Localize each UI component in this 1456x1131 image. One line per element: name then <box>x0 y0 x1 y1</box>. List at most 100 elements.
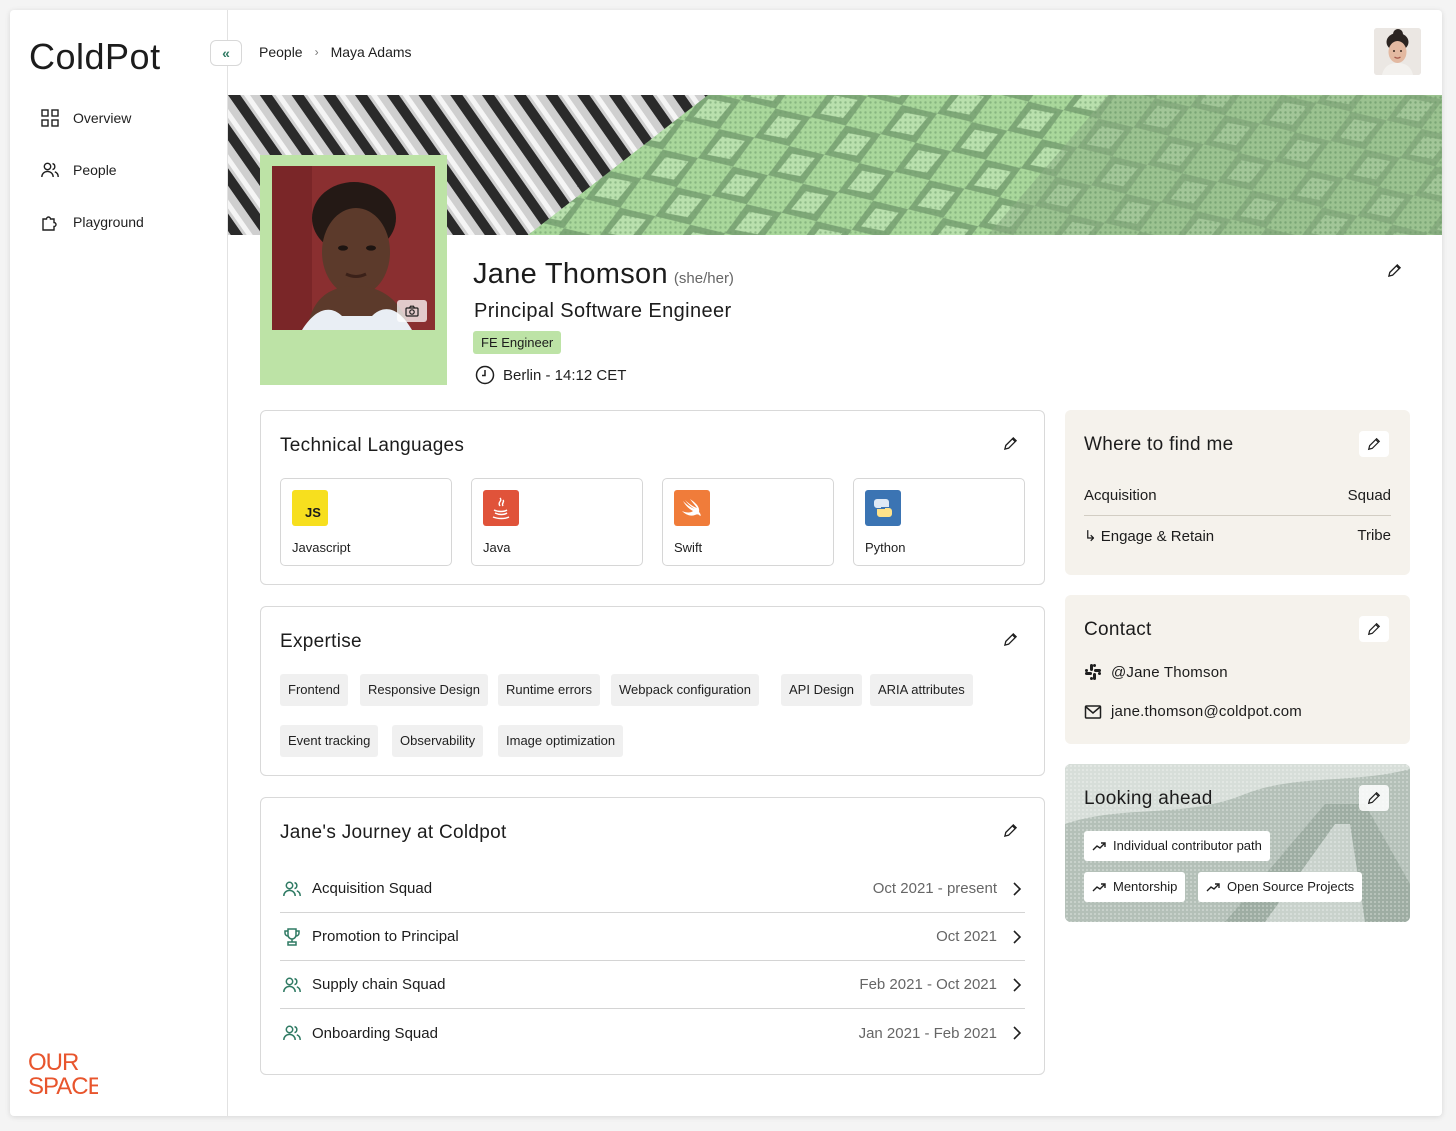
sidebar-item-label: Playground <box>73 214 144 230</box>
js-icon: JS <box>292 490 328 526</box>
camera-icon <box>405 305 419 317</box>
where-to-find-title: Where to find me <box>1084 434 1234 455</box>
language-name: Swift <box>674 540 703 555</box>
technical-languages-card: Technical Languages JS Javascript Java S… <box>260 410 1045 585</box>
where-name: ↳ Engage & Retain <box>1084 528 1215 545</box>
contact-slack[interactable]: @Jane Thomson <box>1084 663 1228 681</box>
journey-item-supply-chain-squad[interactable]: Supply chain Squad Feb 2021 - Oct 2021 <box>280 961 1025 1009</box>
edit-languages-button[interactable] <box>1000 433 1020 453</box>
where-type: Tribe <box>1357 527 1391 544</box>
role-badge: FE Engineer <box>473 331 562 354</box>
pencil-icon <box>1003 632 1017 646</box>
contact-title: Contact <box>1084 619 1152 640</box>
breadcrumb-separator: › <box>314 45 319 59</box>
journey-item-acquisition-squad[interactable]: Acquisition Squad Oct 2021 - present <box>280 865 1025 913</box>
profile-name-text: Jane Thomson <box>473 258 668 290</box>
journey-card: Jane's Journey at Coldpot Acquisition Sq… <box>260 797 1045 1075</box>
pencil-icon <box>1387 263 1401 277</box>
breadcrumb-people[interactable]: People <box>259 44 303 60</box>
svg-text:OUR: OUR <box>28 1049 79 1076</box>
language-tile-swift[interactable]: Swift <box>662 478 834 566</box>
breadcrumb: People › Maya Adams <box>259 44 412 60</box>
contact-card: Contact @Jane Thomson jane.thomson@coldp… <box>1065 595 1410 744</box>
goal-chip-individual-contributor[interactable]: Individual contributor path <box>1084 831 1270 861</box>
breadcrumb-current: Maya Adams <box>330 44 412 60</box>
chevron-right-icon <box>1013 1026 1022 1040</box>
language-tile-javascript[interactable]: JS Javascript <box>280 478 452 566</box>
edit-contact-button[interactable] <box>1359 616 1389 642</box>
email-address: jane.thomson@coldpot.com <box>1111 703 1302 720</box>
svg-text:SPACE: SPACE <box>28 1073 98 1098</box>
journey-label: Acquisition Squad <box>312 880 433 897</box>
slack-icon <box>1085 664 1101 680</box>
trend-up-icon <box>1206 883 1220 892</box>
language-name: Python <box>865 540 906 555</box>
contact-email[interactable]: jane.thomson@coldpot.com <box>1084 703 1302 720</box>
expertise-tag: Observability <box>392 725 484 757</box>
sidebar-item-overview[interactable]: Overview <box>40 108 131 128</box>
sidebar: ColdPot Overview People Playground OUR S… <box>10 10 228 1116</box>
ourspace-logo: OUR SPACE <box>28 1049 98 1098</box>
goal-chip-open-source[interactable]: Open Source Projects <box>1198 872 1363 902</box>
journey-item-promotion[interactable]: Promotion to Principal Oct 2021 <box>280 913 1025 961</box>
pencil-icon <box>1003 823 1017 837</box>
journey-date: Oct 2021 - present <box>872 880 997 897</box>
people-icon <box>41 162 59 178</box>
language-name: Javascript <box>292 540 351 555</box>
grid-icon <box>41 109 59 127</box>
user-avatar[interactable] <box>1374 28 1421 75</box>
expertise-tag: Frontend <box>280 674 349 706</box>
sidebar-item-label: People <box>73 162 117 178</box>
where-row-tribe: ↳ Engage & Retain Tribe <box>1084 527 1391 545</box>
trophy-icon <box>280 925 304 949</box>
expertise-title: Expertise <box>280 631 362 652</box>
sidebar-item-label: Overview <box>73 110 132 126</box>
edit-profile-button[interactable] <box>1384 260 1404 280</box>
app-window: ColdPot Overview People Playground OUR S… <box>10 10 1442 1116</box>
expertise-tag: ARIA attributes <box>870 674 973 706</box>
looking-ahead-card: Looking ahead Individual contributor pat… <box>1065 764 1410 922</box>
journey-title: Jane's Journey at Coldpot <box>280 822 507 843</box>
trend-up-icon <box>1092 883 1106 892</box>
change-photo-button[interactable] <box>397 300 427 322</box>
language-name: Java <box>483 540 511 555</box>
sidebar-item-playground[interactable]: Playground <box>40 212 144 232</box>
journey-date: Jan 2021 - Feb 2021 <box>858 1024 997 1042</box>
people-icon <box>280 1021 304 1045</box>
technical-languages-title: Technical Languages <box>280 435 465 456</box>
collapse-sidebar-button[interactable]: « <box>210 40 242 66</box>
profile-name: Jane Thomson (she/her) <box>473 258 734 291</box>
edit-journey-button[interactable] <box>1000 820 1020 840</box>
sidebar-item-people[interactable]: People <box>40 160 117 180</box>
app-logo: ColdPot <box>29 36 161 77</box>
where-type: Squad <box>1347 487 1391 504</box>
expertise-tag: Responsive Design <box>360 674 489 706</box>
where-row-squad: Acquisition Squad <box>1084 487 1391 516</box>
profile-photo <box>272 166 435 330</box>
pencil-icon <box>1367 791 1381 805</box>
edit-expertise-button[interactable] <box>1000 629 1020 649</box>
people-icon <box>280 973 304 997</box>
expertise-tag: Event tracking <box>280 725 379 757</box>
pencil-icon <box>1367 622 1381 636</box>
journey-item-onboarding-squad[interactable]: Onboarding Squad Jan 2021 - Feb 2021 <box>280 1009 1025 1057</box>
language-tile-python[interactable]: Python <box>853 478 1025 566</box>
slack-handle: @Jane Thomson <box>1111 663 1228 681</box>
profile-photo-card <box>260 155 447 385</box>
journey-label: Onboarding Squad <box>312 1024 438 1042</box>
edit-looking-ahead-button[interactable] <box>1359 785 1389 811</box>
location-text: Berlin - 14:12 CET <box>503 366 627 384</box>
clock-icon <box>475 365 495 385</box>
chevron-right-icon <box>1013 977 1022 992</box>
mail-icon <box>1084 704 1102 719</box>
journey-label: Supply chain Squad <box>312 976 446 993</box>
puzzle-icon <box>42 216 57 231</box>
people-icon <box>280 877 304 901</box>
goal-chip-mentorship[interactable]: Mentorship <box>1084 872 1186 902</box>
expertise-card: Expertise Frontend Responsive Design Run… <box>260 606 1045 776</box>
pencil-icon <box>1367 437 1381 451</box>
language-tile-java[interactable]: Java <box>471 478 643 566</box>
chevron-right-icon <box>1013 881 1022 896</box>
edit-where-button[interactable] <box>1359 431 1389 457</box>
python-icon <box>865 490 901 526</box>
